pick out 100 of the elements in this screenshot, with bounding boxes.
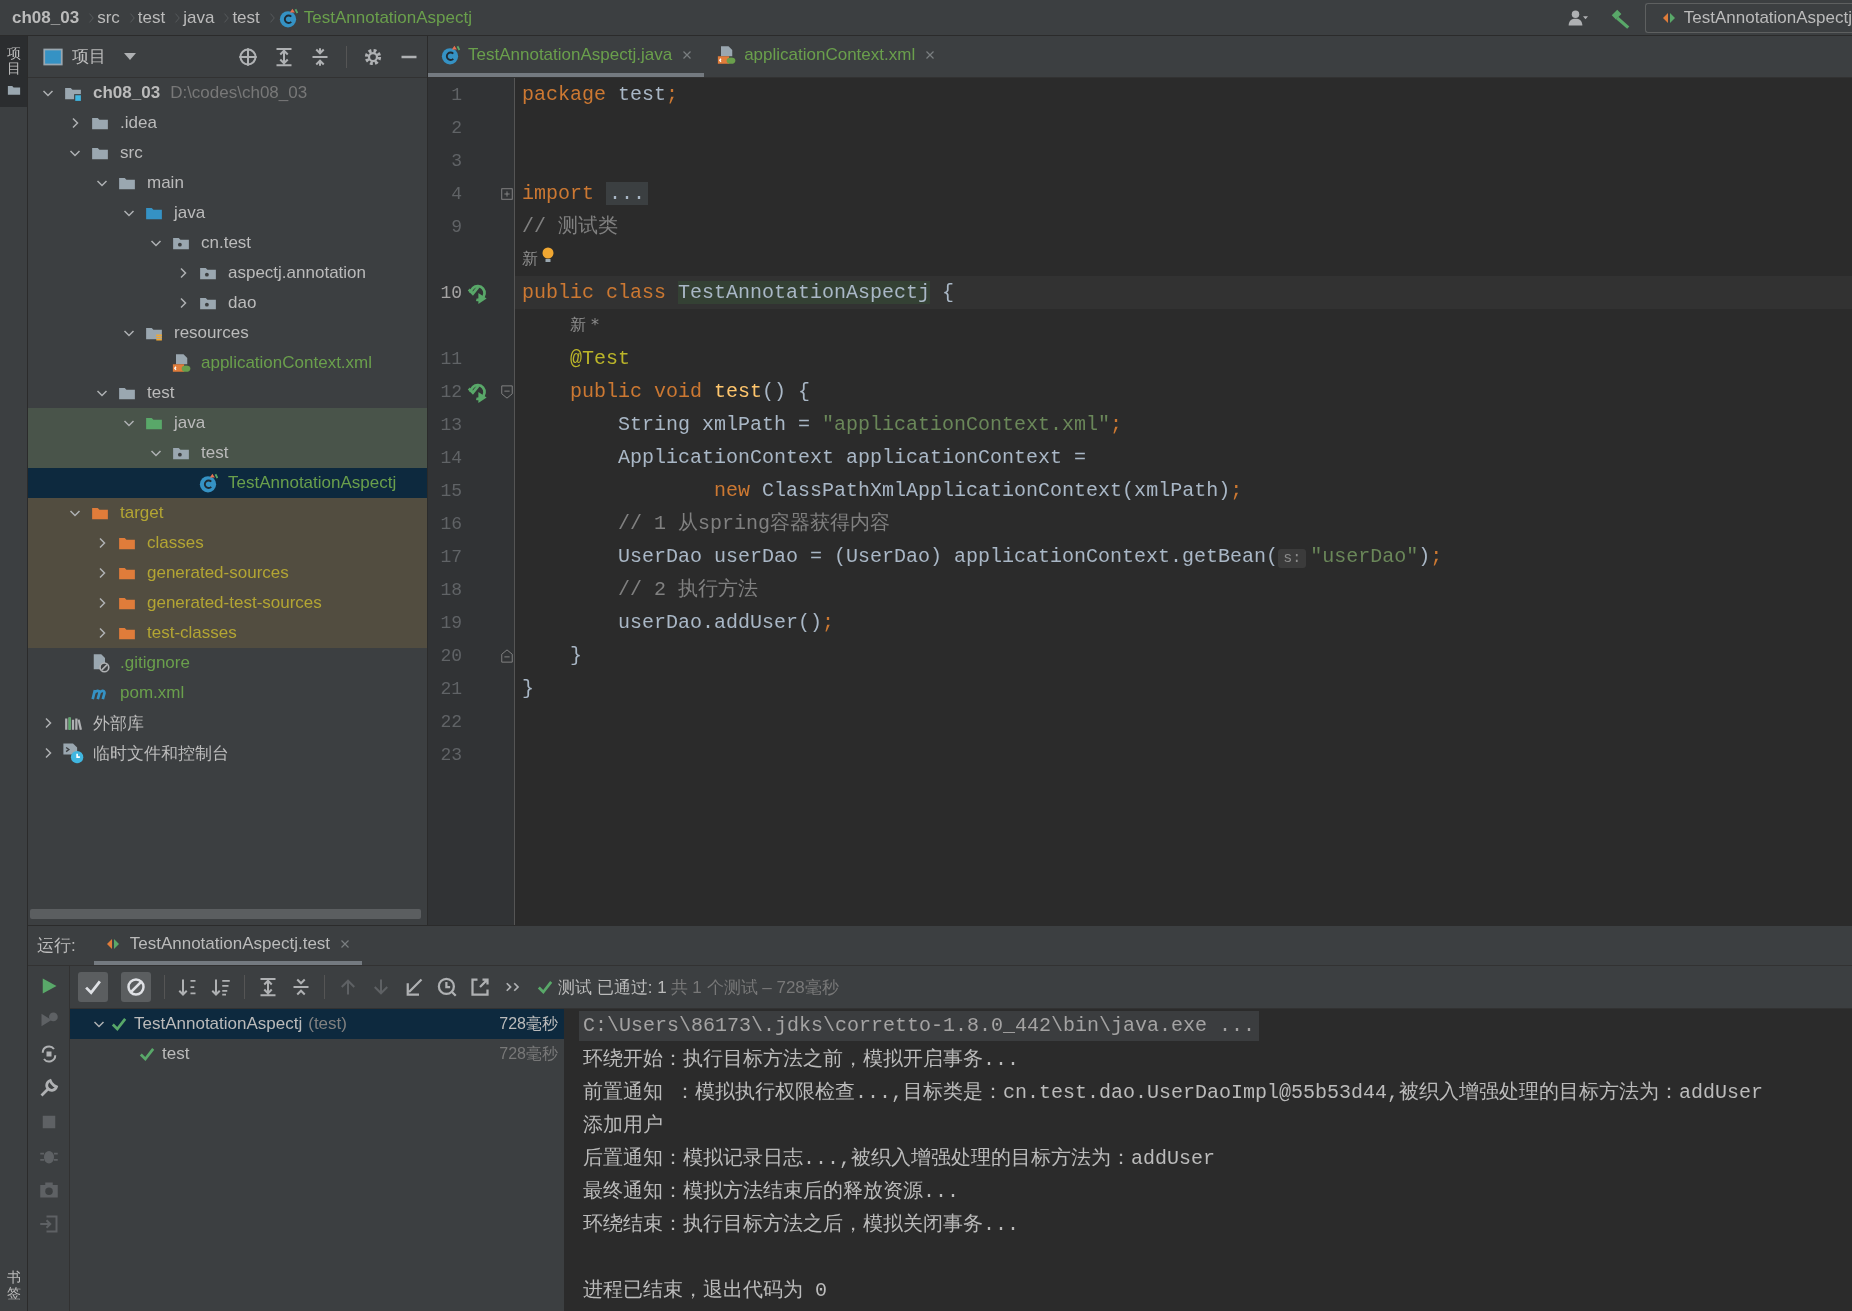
console-line: 环绕开始：执行目标方法之前，模拟开启事务... [583,1047,1020,1073]
show-ignored-toggle[interactable] [121,972,151,1002]
library-icon [63,714,83,732]
passed-icon [536,978,554,996]
keyword: ; [666,83,679,106]
tree-item[interactable]: dao [28,288,427,318]
tool-window-tab[interactable]: 书签 [0,1260,27,1311]
keyword: new [714,479,751,502]
collapse-all-icon[interactable] [310,46,330,67]
tree-item[interactable]: ch08_03 D:\codes\ch08_03 [28,78,427,108]
expand-all-icon[interactable] [274,46,294,67]
tree-item[interactable]: generated-sources [28,558,427,588]
author-hint[interactable]: 新 [522,249,538,270]
fold-marker-icon[interactable] [500,383,514,400]
code-text: String xmlPath = [618,413,811,436]
tree-item[interactable]: classes [28,528,427,558]
test-status-text: 测试 已通过: 1 [558,976,667,999]
xml-file-icon [716,44,737,65]
string-literal: "userDao" [1310,545,1419,568]
scrollbar[interactable] [30,909,421,919]
tree-item[interactable]: .idea [28,108,427,138]
keyword: ; [822,611,835,634]
tree-item[interactable]: java [28,408,427,438]
tree-item[interactable]: 临时文件和控制台 [28,738,427,768]
cancel-icon [126,977,146,997]
code-text: } [570,644,583,667]
passed-icon [138,1045,156,1063]
expand-all-icon[interactable] [258,977,278,997]
code-text: userDao.addUser() [618,611,823,634]
code-text: UserDao userDao = (UserDao) applicationContext.getBean( [618,545,1279,568]
console-line: 环绕结束：执行目标方法之后，模拟关闭事务... [583,1212,1020,1238]
tree-item[interactable]: generated-test-sources [28,588,427,618]
passed-icon [110,1015,128,1033]
locate-icon[interactable] [238,46,258,67]
code-text: ApplicationContext applicationContext = [618,446,1087,469]
fold-marker-icon[interactable] [500,647,514,664]
tree-item[interactable]: resources [28,318,427,348]
class-icon [198,473,218,493]
console-line: 添加用户 [583,1113,664,1139]
code-text: { [942,281,955,304]
editor-tab[interactable]: applicationContext.xml [704,36,948,77]
window-icon [42,46,64,67]
keyword: ; [1110,413,1123,436]
tree-item[interactable]: aspectj.annotation [28,258,427,288]
tree-item[interactable]: main [28,168,427,198]
run-tab[interactable]: TestAnnotationAspectj.test [93,926,363,965]
tree-item[interactable]: test [28,378,427,408]
keyword: import [522,182,594,205]
class-name: TestAnnotationAspectj [678,281,931,304]
breadcrumb[interactable]: TestAnnotationAspectj [277,7,472,28]
tree-item[interactable]: 外部库 [28,708,427,738]
parameter-hint[interactable]: s: [1278,549,1307,568]
tree-item[interactable]: java [28,198,427,228]
breadcrumb[interactable]: test [137,7,166,28]
tree-item[interactable]: target [28,498,427,528]
breadcrumb[interactable]: src [97,7,120,28]
breadcrumb[interactable]: java [183,7,215,28]
breadcrumb[interactable]: ch08_03 [12,7,80,28]
test-summary-text: 共 1 个测试 – 728毫秒 [670,976,839,999]
sort-duration-icon[interactable] [211,977,231,997]
breadcrumb[interactable]: test [232,7,260,28]
tree-item[interactable]: pom.xml [28,678,427,708]
tree-item[interactable]: test [28,438,427,468]
wrench-icon[interactable] [38,1078,59,1098]
tree-item[interactable]: applicationContext.xml [28,348,427,378]
annotation: @Test [570,347,631,370]
console-line: 后置通知：模拟记录日志...,被织入增强处理的目标方法为：addUser [583,1146,1217,1172]
collapse-all-icon[interactable] [291,977,311,997]
tree-item[interactable]: TestAnnotationAspectj [28,468,427,498]
code-comment: // 1 从spring容器获得内容 [618,512,891,535]
tree-item[interactable]: cn.test [28,228,427,258]
author-hint[interactable]: 新 * [570,315,600,336]
sort-alpha-icon[interactable] [178,977,198,997]
code-text: () { [762,380,811,403]
test-tree-item[interactable]: TestAnnotationAspectj (test) 728毫秒 [70,1009,564,1039]
light-bulb-icon[interactable] [540,245,556,264]
settings-icon[interactable] [363,46,383,67]
import-icon[interactable] [404,977,424,997]
class-icon [277,7,298,28]
code-comment: // 2 执行方法 [618,578,759,601]
export-icon[interactable] [470,977,490,997]
test-tree-item[interactable]: test 728毫秒 [70,1039,564,1069]
dropdown-arrow-icon [124,53,136,60]
tree-item[interactable]: test-classes [28,618,427,648]
keyword: public class [522,281,667,304]
view-selector[interactable]: 项目 [42,45,136,68]
run-config-selector[interactable]: TestAnnotationAspectj [1644,2,1852,33]
run-panel-label: 运行: [37,935,76,957]
class-icon [440,44,460,65]
history-icon[interactable] [437,977,457,997]
method-name: test [714,380,763,403]
tree-item[interactable]: src [28,138,427,168]
keyword: package [522,83,606,106]
keyword: ; [1430,545,1443,568]
xml-file-icon [171,353,191,373]
show-passed-toggle[interactable] [78,972,108,1002]
folded-code[interactable]: ... [606,182,649,205]
expand-fold-icon[interactable] [500,186,514,201]
tree-item[interactable]: .gitignore [28,648,427,678]
tool-window-tab[interactable]: 项目 [0,36,27,107]
